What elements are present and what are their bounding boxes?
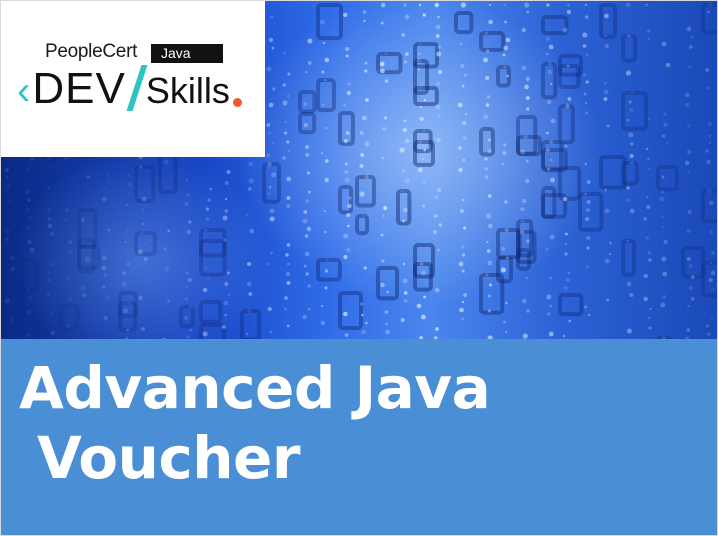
slash-icon [126,65,148,111]
logo-people-text: People [45,41,103,62]
logo-cert-text: Cert [102,41,138,62]
slide: PeopleCert Java ‹ DEV Skills Advanced Ja… [0,0,718,536]
dot-icon [232,98,242,107]
logo-peoplecert: PeopleCert [45,41,137,63]
slide-title: Advanced Java Voucher [19,353,491,493]
chevron-left-icon: ‹ [17,69,31,113]
logo: PeopleCert Java ‹ DEV Skills [1,1,265,157]
logo-track-badge: Java [151,44,223,63]
logo-dev-text: DEV [32,64,126,113]
logo-devskills: ‹ DEV Skills [17,65,242,111]
title-line-1: Advanced Java [19,354,491,422]
title-line-2: Voucher [37,424,300,492]
logo-skills-text: Skills [145,70,230,111]
